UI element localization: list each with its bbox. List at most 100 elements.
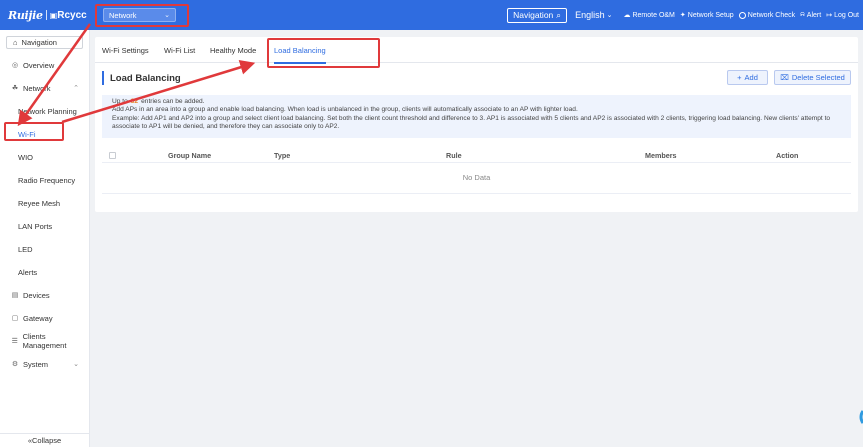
sidebar-item-label: LED xyxy=(18,244,33,254)
info-suffix: entries can be added. xyxy=(141,98,205,105)
sidebar-item-label: Gateway xyxy=(23,313,53,323)
tab-healthy-mode[interactable]: Healthy Mode xyxy=(210,37,256,63)
max-entries-count: 32 xyxy=(130,98,139,105)
sidebar-item-radio-frequency[interactable]: Radio Frequency xyxy=(0,173,89,187)
sidebar-item-network[interactable]: ☘ Network ⌃ xyxy=(0,81,89,95)
chevron-up-icon: ⌃ xyxy=(73,85,79,92)
sidebar-item-label: Overview xyxy=(23,60,55,70)
sidebar: ⌂ Navigation ◎ Overview ☘ Network ⌃ Netw… xyxy=(0,30,90,447)
navigation-label: Navigation xyxy=(513,10,554,20)
corner-logo-icon xyxy=(859,410,863,424)
brand-separator xyxy=(45,10,47,20)
sidebar-navigation-label: Navigation xyxy=(21,38,57,47)
sidebar-item-lan-ports[interactable]: LAN Ports xyxy=(0,219,89,233)
column-rule: Rule xyxy=(446,151,462,160)
sidebar-item-label: Alerts xyxy=(18,267,38,277)
collapse-button[interactable]: « Collapse xyxy=(0,433,89,447)
add-button[interactable]: + Add xyxy=(727,70,768,85)
devices-icon: ▤ xyxy=(11,292,19,299)
network-check-label: Network Check xyxy=(747,11,796,19)
collapse-label: Collapse xyxy=(31,436,62,445)
delete-selected-label: Delete Selected xyxy=(791,73,845,82)
column-type: Type xyxy=(274,151,291,160)
sidebar-item-system[interactable]: ⚙ System ⌄ xyxy=(0,357,89,371)
network-check-icon xyxy=(738,11,746,19)
info-line-1: Up to 32 entries can be added. xyxy=(112,98,841,106)
search-icon: ⌕ xyxy=(556,9,562,20)
sidebar-item-alerts[interactable]: Alerts xyxy=(0,265,89,279)
alert-label: Alert xyxy=(806,11,822,19)
info-banner: Up to 32 entries can be added. Add APs in … xyxy=(102,95,851,138)
sidebar-item-label: LAN Ports xyxy=(18,221,53,231)
sidebar-item-label: Devices xyxy=(23,290,50,300)
sidebar-item-label: WIO xyxy=(18,152,33,162)
chevron-down-icon: ⌄ xyxy=(73,361,79,368)
plus-icon: + xyxy=(737,73,742,82)
alert-link[interactable]: ⍾ Alert xyxy=(800,11,821,19)
cloud-icon: ☁ xyxy=(623,12,631,19)
language-label: English xyxy=(575,10,605,20)
gateway-icon: ▢ xyxy=(11,315,19,322)
column-group-name: Group Name xyxy=(168,151,212,160)
bell-icon: ⍾ xyxy=(800,11,805,18)
tab-wifi-settings[interactable]: Wi-Fi Settings xyxy=(102,37,149,63)
add-label: Add xyxy=(744,73,758,82)
network-check-link[interactable]: Network Check xyxy=(738,11,796,19)
tab-bar: Wi-Fi Settings Wi-Fi List Healthy Mode L… xyxy=(95,37,858,64)
network-setup-icon: ✦ xyxy=(679,12,686,19)
network-setup-label: Network Setup xyxy=(687,11,734,19)
logout-link[interactable]: ↦ Log Out xyxy=(826,11,859,20)
empty-table-message: No Data xyxy=(462,173,491,182)
logout-label: Log Out xyxy=(834,11,859,19)
network-icon: ☘ xyxy=(11,85,19,92)
info-prefix: Up to xyxy=(112,98,128,105)
remote-om-label: Remote O&M xyxy=(632,11,675,19)
sidebar-item-gateway[interactable]: ▢ Gateway xyxy=(0,311,89,325)
sidebar-item-wio[interactable]: WIO xyxy=(0,150,89,164)
network-setup-link[interactable]: ✦ Network Setup xyxy=(679,11,734,20)
sidebar-item-label: Network xyxy=(23,83,51,93)
tab-wifi-list[interactable]: Wi-Fi List xyxy=(164,37,195,63)
sidebar-item-label: Wi-Fi xyxy=(18,129,36,139)
sidebar-item-label: System xyxy=(23,359,49,369)
info-line-2: Add APs in an area into a group and enab… xyxy=(112,106,578,114)
sidebar-item-label: Network Planning xyxy=(18,106,77,116)
sidebar-item-reyee-mesh[interactable]: Reyee Mesh xyxy=(0,196,89,210)
system-icon: ⚙ xyxy=(11,361,19,368)
sidebar-item-clients-management[interactable]: ☰ Clients Management xyxy=(0,332,89,350)
sidebar-item-devices[interactable]: ▤ Devices xyxy=(0,288,89,302)
chevron-down-icon: ⌄ xyxy=(606,12,613,19)
sidebar-navigation-button[interactable]: ⌂ Navigation xyxy=(6,36,83,49)
brand-ruijie: Ruijie xyxy=(8,8,43,22)
table-header: Group Name Type Rule Members Action xyxy=(102,148,851,163)
remote-om-link[interactable]: ☁ Remote O&M xyxy=(623,11,675,20)
logout-icon: ↦ xyxy=(826,12,833,19)
sidebar-item-network-planning[interactable]: Network Planning xyxy=(0,104,89,118)
delete-selected-button[interactable]: ⌧ Delete Selected xyxy=(774,70,851,85)
network-select-value: Network xyxy=(109,10,137,20)
sidebar-item-label: Reyee Mesh xyxy=(18,198,61,208)
table-divider xyxy=(102,193,851,194)
sidebar-item-overview[interactable]: ◎ Overview xyxy=(0,58,89,72)
sidebar-item-label: Clients Management xyxy=(22,332,67,350)
brand-logo[interactable]: Ruijie ▣ Rcycc xyxy=(8,9,90,22)
sidebar-item-led[interactable]: LED xyxy=(0,242,89,256)
column-action: Action xyxy=(776,151,799,160)
section-title: Load Balancing xyxy=(102,71,181,85)
tab-load-balancing[interactable]: Load Balancing xyxy=(274,37,326,64)
column-members: Members xyxy=(645,151,677,160)
info-line-3: Example: Add AP1 and AP2 into a group an… xyxy=(112,114,831,122)
rcycc-icon: ▣ xyxy=(49,10,58,20)
select-all-checkbox[interactable] xyxy=(109,152,116,159)
language-select[interactable]: English ⌄ xyxy=(575,10,612,20)
navigation-search-button[interactable]: Navigation ⌕ xyxy=(507,7,568,23)
overview-icon: ◎ xyxy=(11,62,19,69)
main-panel: Wi-Fi Settings Wi-Fi List Healthy Mode L… xyxy=(95,37,858,212)
sidebar-item-label: Radio Frequency xyxy=(18,175,76,185)
top-bar: Ruijie ▣ Rcycc Network ⌄ Navigation ⌕ En… xyxy=(0,0,863,30)
chevron-down-icon: ⌄ xyxy=(164,12,170,19)
brand-rcycc: Rcycc xyxy=(57,9,87,21)
clients-icon: ☰ xyxy=(11,338,18,345)
sidebar-item-wifi[interactable]: Wi-Fi xyxy=(0,127,89,141)
network-select[interactable]: Network ⌄ xyxy=(103,8,176,22)
